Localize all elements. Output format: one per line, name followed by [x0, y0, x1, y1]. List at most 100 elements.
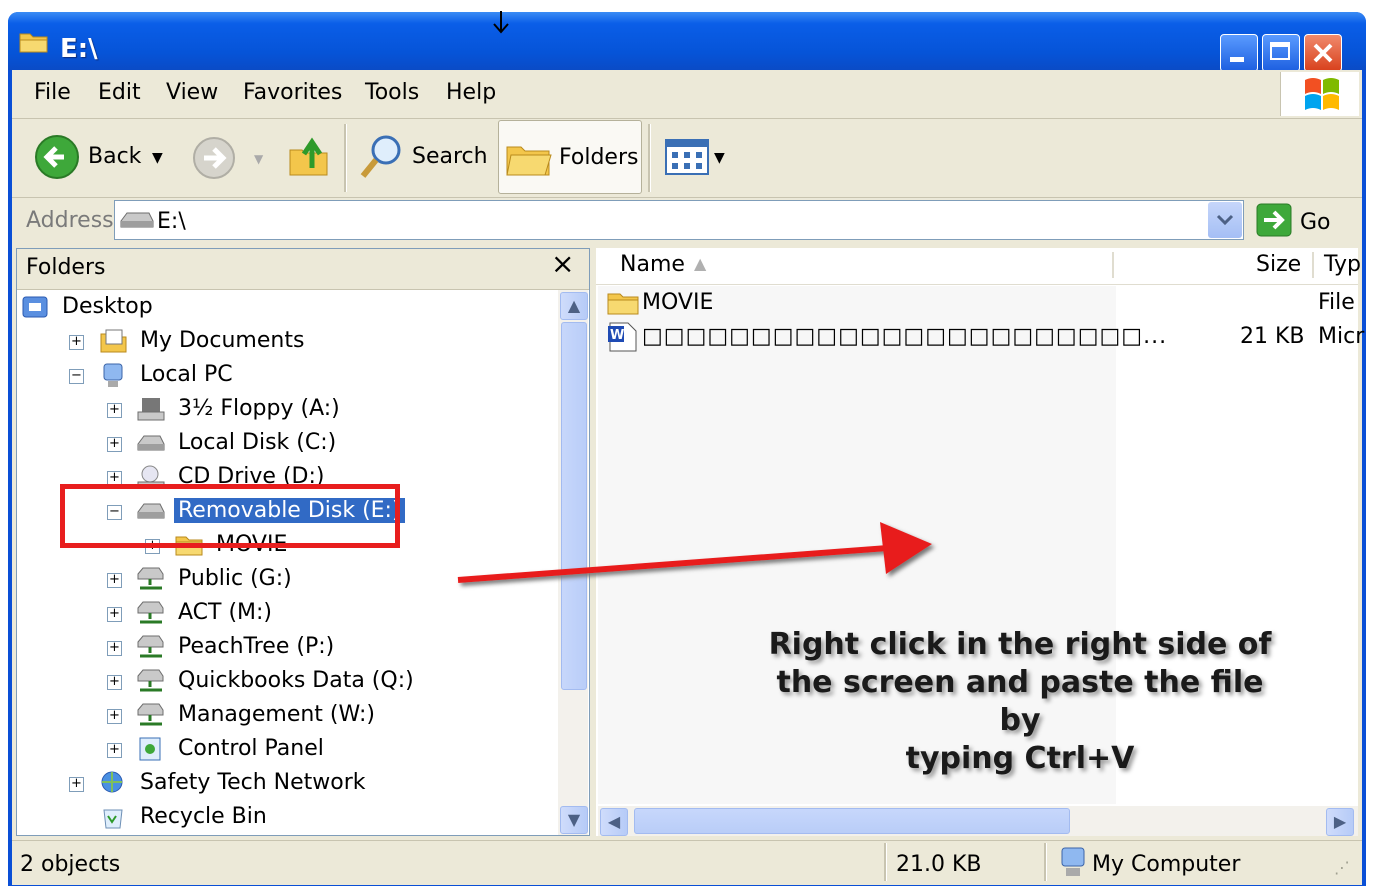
tree-item-label[interactable]: Local PC — [140, 362, 233, 387]
tree-expander-icon[interactable]: + — [107, 403, 122, 418]
search-icon[interactable] — [358, 132, 406, 182]
forward-arrow-icon[interactable] — [192, 136, 236, 180]
tree-expander-icon[interactable]: + — [69, 335, 84, 350]
annotation-line: typing Ctrl+V — [905, 741, 1135, 776]
tree-item-label[interactable]: Safety Tech Network — [140, 770, 366, 795]
go-button[interactable]: Go — [1300, 210, 1331, 235]
tree-expander-icon[interactable]: + — [107, 437, 122, 452]
folders-pane-header: Folders × — [17, 247, 589, 290]
tree-expander-icon[interactable]: + — [107, 743, 122, 758]
column-header-size[interactable]: Size — [1256, 252, 1301, 277]
folder-icon — [19, 33, 48, 53]
windows-logo — [1280, 72, 1359, 116]
network-drive-icon — [137, 601, 164, 624]
maximize-button[interactable] — [1262, 34, 1300, 72]
drive-icon — [120, 212, 154, 228]
word-document-icon: W — [608, 322, 637, 352]
my-documents-icon — [100, 329, 127, 353]
tree-item-label[interactable]: Control Panel — [178, 736, 324, 761]
address-label: Address — [26, 208, 114, 233]
back-dropdown-icon[interactable]: ▼ — [152, 150, 163, 166]
tree-item-label[interactable]: Local Disk (C:) — [178, 430, 336, 455]
menu-tools[interactable]: Tools — [365, 80, 419, 105]
tree-expander-icon[interactable]: + — [107, 607, 122, 622]
search-button[interactable]: Search — [412, 144, 488, 169]
status-size: 21.0 KB — [896, 852, 982, 877]
tree-expander-icon[interactable]: + — [107, 641, 122, 656]
column-header-name[interactable]: Name — [620, 252, 685, 277]
go-arrow-icon[interactable] — [1256, 203, 1292, 237]
tree-item-label[interactable]: My Documents — [140, 328, 304, 353]
network-drive-icon — [137, 669, 164, 692]
back-button[interactable]: Back — [88, 144, 141, 169]
list-item[interactable]: MOVIE File — [604, 288, 1358, 322]
column-divider[interactable] — [1112, 252, 1114, 278]
list-item[interactable]: W □□□□□□□□□□□□□□□□□□□□□□□... 21 KB Micr — [604, 322, 1364, 356]
tree-item-label[interactable]: Recycle Bin — [140, 804, 267, 829]
tree-item-label[interactable]: Public (G:) — [178, 566, 292, 591]
tree-expander-icon[interactable]: + — [69, 777, 84, 792]
svg-text:W: W — [610, 328, 624, 343]
up-folder-icon[interactable] — [288, 134, 332, 180]
tree-item-label[interactable]: Quickbooks Data (Q:) — [178, 668, 414, 693]
tree-expander-icon[interactable]: + — [107, 709, 122, 724]
folders-icon — [506, 146, 552, 176]
network-drive-icon — [137, 635, 164, 658]
column-header-type[interactable]: Typ — [1324, 252, 1361, 277]
folders-button[interactable]: Folders — [498, 120, 642, 194]
forward-dropdown-icon[interactable]: ▼ — [254, 152, 263, 166]
views-icon[interactable] — [664, 138, 712, 176]
toolbar-separator — [344, 124, 347, 192]
address-input[interactable]: E:\ — [114, 200, 1244, 240]
scroll-up-button[interactable]: ▲ — [560, 292, 588, 320]
tree-item-label[interactable]: Desktop — [62, 294, 153, 319]
windows-flag-icon — [1305, 78, 1339, 110]
menu-file[interactable]: File — [34, 80, 71, 105]
cursor-icon — [493, 11, 509, 34]
network-drive-icon — [137, 567, 164, 590]
tree-item-label[interactable]: Management (W:) — [178, 702, 375, 727]
list-scroll-thumb[interactable] — [634, 808, 1070, 834]
annotation-highlight-box — [60, 484, 400, 548]
tree-item-label[interactable]: ACT (M:) — [178, 600, 272, 625]
annotation-line: Right click in the right side of — [768, 627, 1272, 662]
scroll-right-button[interactable]: ▶ — [1326, 808, 1354, 836]
tree-expander-icon[interactable]: − — [69, 369, 84, 384]
status-object-count: 2 objects — [20, 852, 121, 877]
file-type: File — [1318, 290, 1355, 315]
chevron-down-icon — [1216, 214, 1234, 226]
tree-expander-icon[interactable]: + — [107, 675, 122, 690]
views-dropdown-icon[interactable]: ▼ — [714, 150, 725, 166]
column-divider[interactable] — [1312, 252, 1314, 278]
menu-help[interactable]: Help — [446, 80, 496, 105]
tree-expander-icon[interactable]: + — [107, 573, 122, 588]
status-location: My Computer — [1092, 852, 1241, 877]
tree-item-label[interactable]: 3½ Floppy (A:) — [178, 396, 340, 421]
address-dropdown-button[interactable] — [1208, 202, 1242, 238]
scroll-down-button[interactable]: ▼ — [560, 806, 588, 834]
close-button[interactable] — [1304, 34, 1342, 72]
folders-pane-title: Folders — [26, 255, 106, 280]
menu-edit[interactable]: Edit — [98, 80, 141, 105]
toolbar-separator — [648, 124, 651, 192]
computer-icon — [103, 363, 123, 387]
minimize-button[interactable] — [1220, 34, 1258, 72]
scroll-left-button[interactable]: ◀ — [600, 808, 628, 836]
close-folders-pane-icon[interactable]: × — [551, 247, 574, 280]
network-icon — [101, 771, 123, 793]
disk-icon — [137, 435, 165, 451]
title-bar[interactable]: E:\ — [8, 12, 1366, 72]
menu-view[interactable]: View — [166, 80, 218, 105]
close-icon — [1313, 43, 1333, 63]
back-arrow-icon[interactable] — [34, 134, 80, 180]
resize-grip-icon[interactable]: ⋰ — [1334, 858, 1350, 877]
address-value: E:\ — [157, 209, 186, 234]
recycle-bin-icon — [103, 809, 123, 829]
desktop-icon — [22, 296, 48, 318]
file-name: MOVIE — [642, 290, 714, 315]
menu-favorites[interactable]: Favorites — [243, 80, 342, 105]
tree-item-label[interactable]: PeachTree (P:) — [178, 634, 334, 659]
folders-scroll-thumb[interactable] — [561, 322, 587, 690]
my-computer-icon — [1061, 847, 1085, 876]
control-panel-icon — [139, 737, 161, 761]
